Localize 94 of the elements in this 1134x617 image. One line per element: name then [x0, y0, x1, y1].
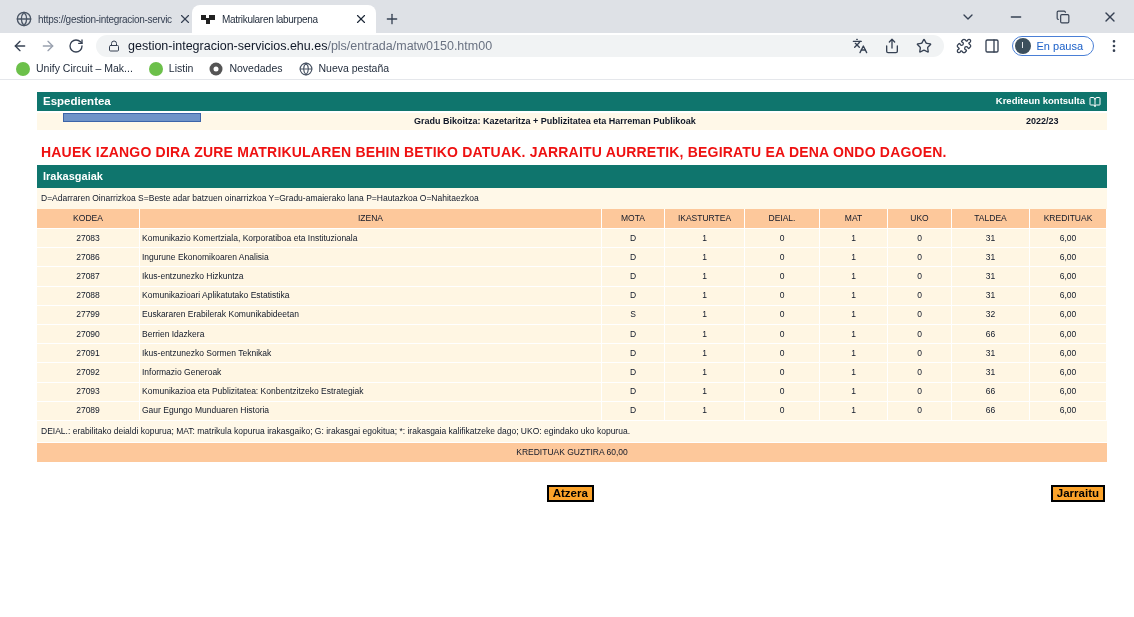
back-icon[interactable] [12, 38, 28, 54]
table-cell: 27799 [37, 305, 140, 324]
table-cell: 6,00 [1030, 286, 1107, 305]
bookmark[interactable]: Listin [148, 60, 194, 77]
browser-tab[interactable]: Matrikularen laburpena [192, 5, 376, 33]
table-cell: 0 [888, 267, 952, 286]
table-cell: 0 [745, 267, 820, 286]
table-cell: 66 [952, 382, 1030, 401]
side-panel-icon[interactable] [983, 38, 1000, 54]
share-icon[interactable] [883, 38, 900, 54]
table-cell: 1 [665, 305, 745, 324]
credits-link[interactable]: Krediteun kontsulta [995, 94, 1101, 109]
table-cell: 27088 [37, 286, 140, 305]
table-cell: 0 [888, 363, 952, 382]
bookmark-icon [148, 61, 163, 76]
table-cell: 1 [820, 401, 888, 420]
table-cell: D [602, 363, 665, 382]
table-cell: 6,00 [1030, 401, 1107, 420]
tab-title: Matrikularen laburpena [222, 12, 319, 27]
table-cell: D [602, 401, 665, 420]
logo-icon [200, 13, 216, 25]
nav-button[interactable]: Atzera [546, 484, 594, 502]
record-title: Espedientea [43, 93, 111, 109]
table-cell: 0 [888, 401, 952, 420]
close-icon[interactable] [354, 12, 368, 26]
translate-icon[interactable] [851, 38, 868, 54]
table-cell: 0 [745, 401, 820, 420]
table-cell: Gaur Egungo Munduaren Historia [140, 401, 602, 420]
table-cell: Komunikazioari Aplikatutako Estatistika [140, 286, 602, 305]
avatar: I [1014, 38, 1031, 54]
table-cell: 0 [888, 286, 952, 305]
tab-title: https://gestion-integracion-servic [38, 12, 172, 27]
table-cell: 0 [888, 382, 952, 401]
url-text: gestion-integracion-servicios.ehu.es/pls/entrada/matw0150.htm00 [128, 37, 494, 55]
table-cell: 1 [665, 382, 745, 401]
bookmark[interactable]: Novedades [209, 60, 283, 77]
globe-icon [16, 11, 32, 27]
table-cell: Informazio Generoak [140, 363, 602, 382]
table-cell: Ikus-entzunezko Hizkuntza [140, 267, 602, 286]
table-cell: 27087 [37, 267, 140, 286]
restore-icon[interactable] [1056, 9, 1070, 24]
footnote-text: DEIAL.: erabilitako deialdi kopurua; MAT: matrikula kopurua irakasgaiko; G: irakasgai egokitua; *: irakasgaia kalifikatzeke dago; UKO: egindako uko kopurua. [37, 420, 1107, 442]
bookmark[interactable]: Nueva pestaña [298, 60, 390, 77]
profile-status: En pausa [1036, 38, 1083, 54]
reload-icon[interactable] [68, 38, 84, 54]
extensions-icon[interactable] [955, 38, 972, 54]
table-cell: 1 [820, 305, 888, 324]
table-cell: 31 [952, 363, 1030, 382]
table-cell: 1 [820, 267, 888, 286]
academic-year: 2022/23 [1026, 114, 1059, 128]
table-cell: 31 [952, 267, 1030, 286]
book-icon [1089, 95, 1101, 108]
table-cell: S [602, 305, 665, 324]
legend-text: D=Adarraren Oinarrizkoa S=Beste adar batzuen oinarrizkoa Y=Gradu-amaierako lana P=Hautazkoa O=Nahitaezkoa [37, 188, 1107, 209]
lock-icon [108, 40, 120, 52]
table-cell: 1 [820, 363, 888, 382]
table-cell: 6,00 [1030, 363, 1107, 382]
table-cell: 32 [952, 305, 1030, 324]
table-cell: Euskararen Erabilerak Komunikabideetan [140, 305, 602, 324]
degree-name: Gradu Bikoitza: Kazetaritza + Publizitatea eta Harreman Publikoak [414, 114, 696, 128]
table-cell: 6,00 [1030, 305, 1107, 324]
table-cell: 31 [952, 286, 1030, 305]
section-title: Irakasgaiak [43, 169, 103, 185]
table-cell: 1 [665, 363, 745, 382]
table-cell: 1 [665, 401, 745, 420]
table-cell: 0 [745, 286, 820, 305]
globe-icon [298, 61, 313, 76]
warning-text: HAUEK IZANGO DIRA ZURE MATRIKULAREN BEHIN BETIKO DATUAK. JARRAITU AURRETIK, BEGIRATU EA DENA ONDO DAGOEN. [41, 143, 948, 162]
table-cell: 6,00 [1030, 382, 1107, 401]
table-cell: D [602, 267, 665, 286]
table-cell: 1 [820, 382, 888, 401]
table-cell: 1 [665, 267, 745, 286]
table-cell: 27093 [37, 382, 140, 401]
browser-tab[interactable]: https://gestion-integracion-servic [8, 5, 192, 33]
table-cell: 0 [745, 382, 820, 401]
table-cell: 66 [952, 401, 1030, 420]
total-credits: KREDITUAK GUZTIRA 60,00 [516, 446, 628, 459]
table-cell: 6,00 [1030, 267, 1107, 286]
table-cell: 0 [745, 363, 820, 382]
nav-button[interactable]: Jarraitu [1050, 484, 1105, 502]
table-cell: 0 [745, 305, 820, 324]
bookmark[interactable]: Unify Circuit – Mak... [16, 60, 133, 77]
new-tab-icon[interactable] [384, 11, 400, 27]
table-cell: 1 [665, 286, 745, 305]
address-bar[interactable]: gestion-integracion-servicios.ehu.es/pls/entrada/matw0150.htm00 [96, 35, 944, 57]
bookmark-icon [16, 61, 30, 76]
star-icon[interactable] [915, 38, 932, 54]
table-cell: 27089 [37, 401, 140, 420]
table-cell: 0 [888, 305, 952, 324]
table-cell: Komunikazioa eta Publizitatea: Konbentzitzeko Estrategiak [140, 382, 602, 401]
table-cell: D [602, 382, 665, 401]
table-cell: D [602, 286, 665, 305]
table-cell: 27092 [37, 363, 140, 382]
table-cell: 1 [820, 286, 888, 305]
